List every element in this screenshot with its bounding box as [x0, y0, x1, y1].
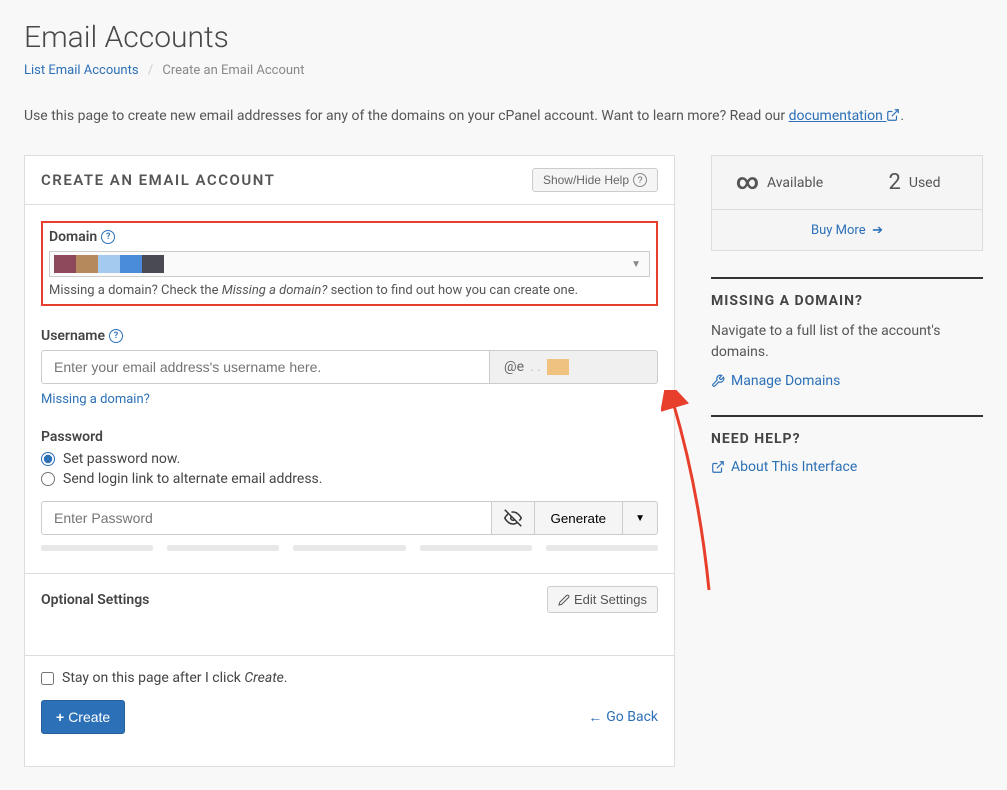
infinity-icon: ∞ — [736, 170, 759, 195]
addon-redacted — [547, 359, 569, 375]
domain-value-redacted — [54, 255, 164, 273]
missing-domain-link[interactable]: Missing a domain? — [41, 392, 150, 407]
panel-footer: Stay on this page after I click Create. … — [25, 655, 674, 750]
breadcrumb-separator: / — [148, 63, 153, 78]
external-link-icon — [711, 460, 725, 474]
need-help-section: NEED HELP? About This Interface — [711, 415, 983, 475]
generate-dropdown-button[interactable]: ▼ — [623, 501, 658, 535]
create-account-panel: CREATE AN EMAIL ACCOUNT Show/Hide Help ?… — [24, 155, 675, 767]
arrow-left-icon: ← — [588, 709, 602, 726]
page-title: Email Accounts — [24, 20, 983, 55]
pencil-icon — [558, 594, 570, 606]
username-input[interactable] — [41, 350, 490, 384]
domain-hint: Missing a domain? Check the Missing a do… — [49, 283, 650, 298]
domain-select[interactable]: ▼ — [49, 251, 650, 277]
radio-send-link[interactable]: Send login link to alternate email addre… — [41, 471, 658, 487]
optional-settings-header: Optional Settings Edit Settings — [25, 573, 674, 625]
radio-set-now[interactable]: Set password now. — [41, 451, 658, 467]
domain-help-icon[interactable]: ? — [101, 230, 115, 244]
password-input[interactable] — [41, 501, 492, 535]
buy-more-row: Buy More ➔ — [712, 209, 982, 250]
username-help-icon[interactable]: ? — [109, 329, 123, 343]
missing-domain-text: Navigate to a full list of the account's… — [711, 321, 983, 363]
stats-box: ∞ Available 2 Used Buy More ➔ — [711, 155, 983, 251]
stat-used: 2 Used — [847, 156, 982, 209]
username-label: Username ? — [41, 328, 658, 344]
wrench-icon — [711, 374, 725, 388]
about-interface-link[interactable]: About This Interface — [711, 459, 983, 475]
buy-more-link[interactable]: Buy More ➔ — [811, 223, 883, 238]
password-section: Password Set password now. Send login li… — [41, 429, 658, 551]
domain-label: Domain ? — [49, 229, 650, 245]
missing-domain-title: MISSING A DOMAIN? — [711, 277, 983, 309]
chevron-down-icon: ▼ — [631, 259, 645, 270]
create-button[interactable]: + Create — [41, 700, 125, 734]
toggle-visibility-button[interactable] — [492, 501, 535, 535]
missing-domain-section: MISSING A DOMAIN? Navigate to a full lis… — [711, 277, 983, 389]
optional-settings-title: Optional Settings — [41, 592, 149, 608]
external-link-icon — [886, 108, 900, 129]
chevron-down-icon: ▼ — [635, 513, 645, 524]
password-strength-meter — [41, 545, 658, 551]
documentation-link[interactable]: documentation — [789, 108, 901, 124]
stay-checkbox[interactable] — [41, 672, 54, 685]
generate-password-button[interactable]: Generate — [535, 501, 624, 535]
breadcrumb-link[interactable]: List Email Accounts — [24, 63, 139, 78]
edit-settings-button[interactable]: Edit Settings — [547, 586, 658, 613]
show-hide-help-button[interactable]: Show/Hide Help ? — [532, 168, 658, 192]
eye-off-icon — [504, 509, 522, 527]
intro-text: Use this page to create new email addres… — [24, 106, 983, 129]
help-icon: ? — [633, 173, 647, 187]
breadcrumb: List Email Accounts / Create an Email Ac… — [24, 63, 983, 78]
password-label: Password — [41, 429, 658, 445]
stay-on-page-row[interactable]: Stay on this page after I click Create. — [41, 670, 658, 686]
radio-set-now-input[interactable] — [41, 452, 55, 466]
manage-domains-link[interactable]: Manage Domains — [711, 373, 983, 389]
need-help-title: NEED HELP? — [711, 415, 983, 447]
go-back-link[interactable]: ← Go Back — [588, 709, 658, 726]
radio-send-link-input[interactable] — [41, 472, 55, 486]
stat-available: ∞ Available — [712, 156, 847, 209]
breadcrumb-current: Create an Email Account — [162, 63, 304, 78]
username-domain-addon: @e . . — [490, 350, 658, 384]
plus-icon: + — [56, 709, 64, 725]
arrow-circle-right-icon: ➔ — [869, 223, 883, 238]
username-section: Username ? @e . . Missing a domain? — [41, 328, 658, 407]
panel-title: CREATE AN EMAIL ACCOUNT — [41, 171, 275, 189]
domain-section-highlight: Domain ? ▼ Missing a domain? Check the M… — [41, 221, 658, 306]
